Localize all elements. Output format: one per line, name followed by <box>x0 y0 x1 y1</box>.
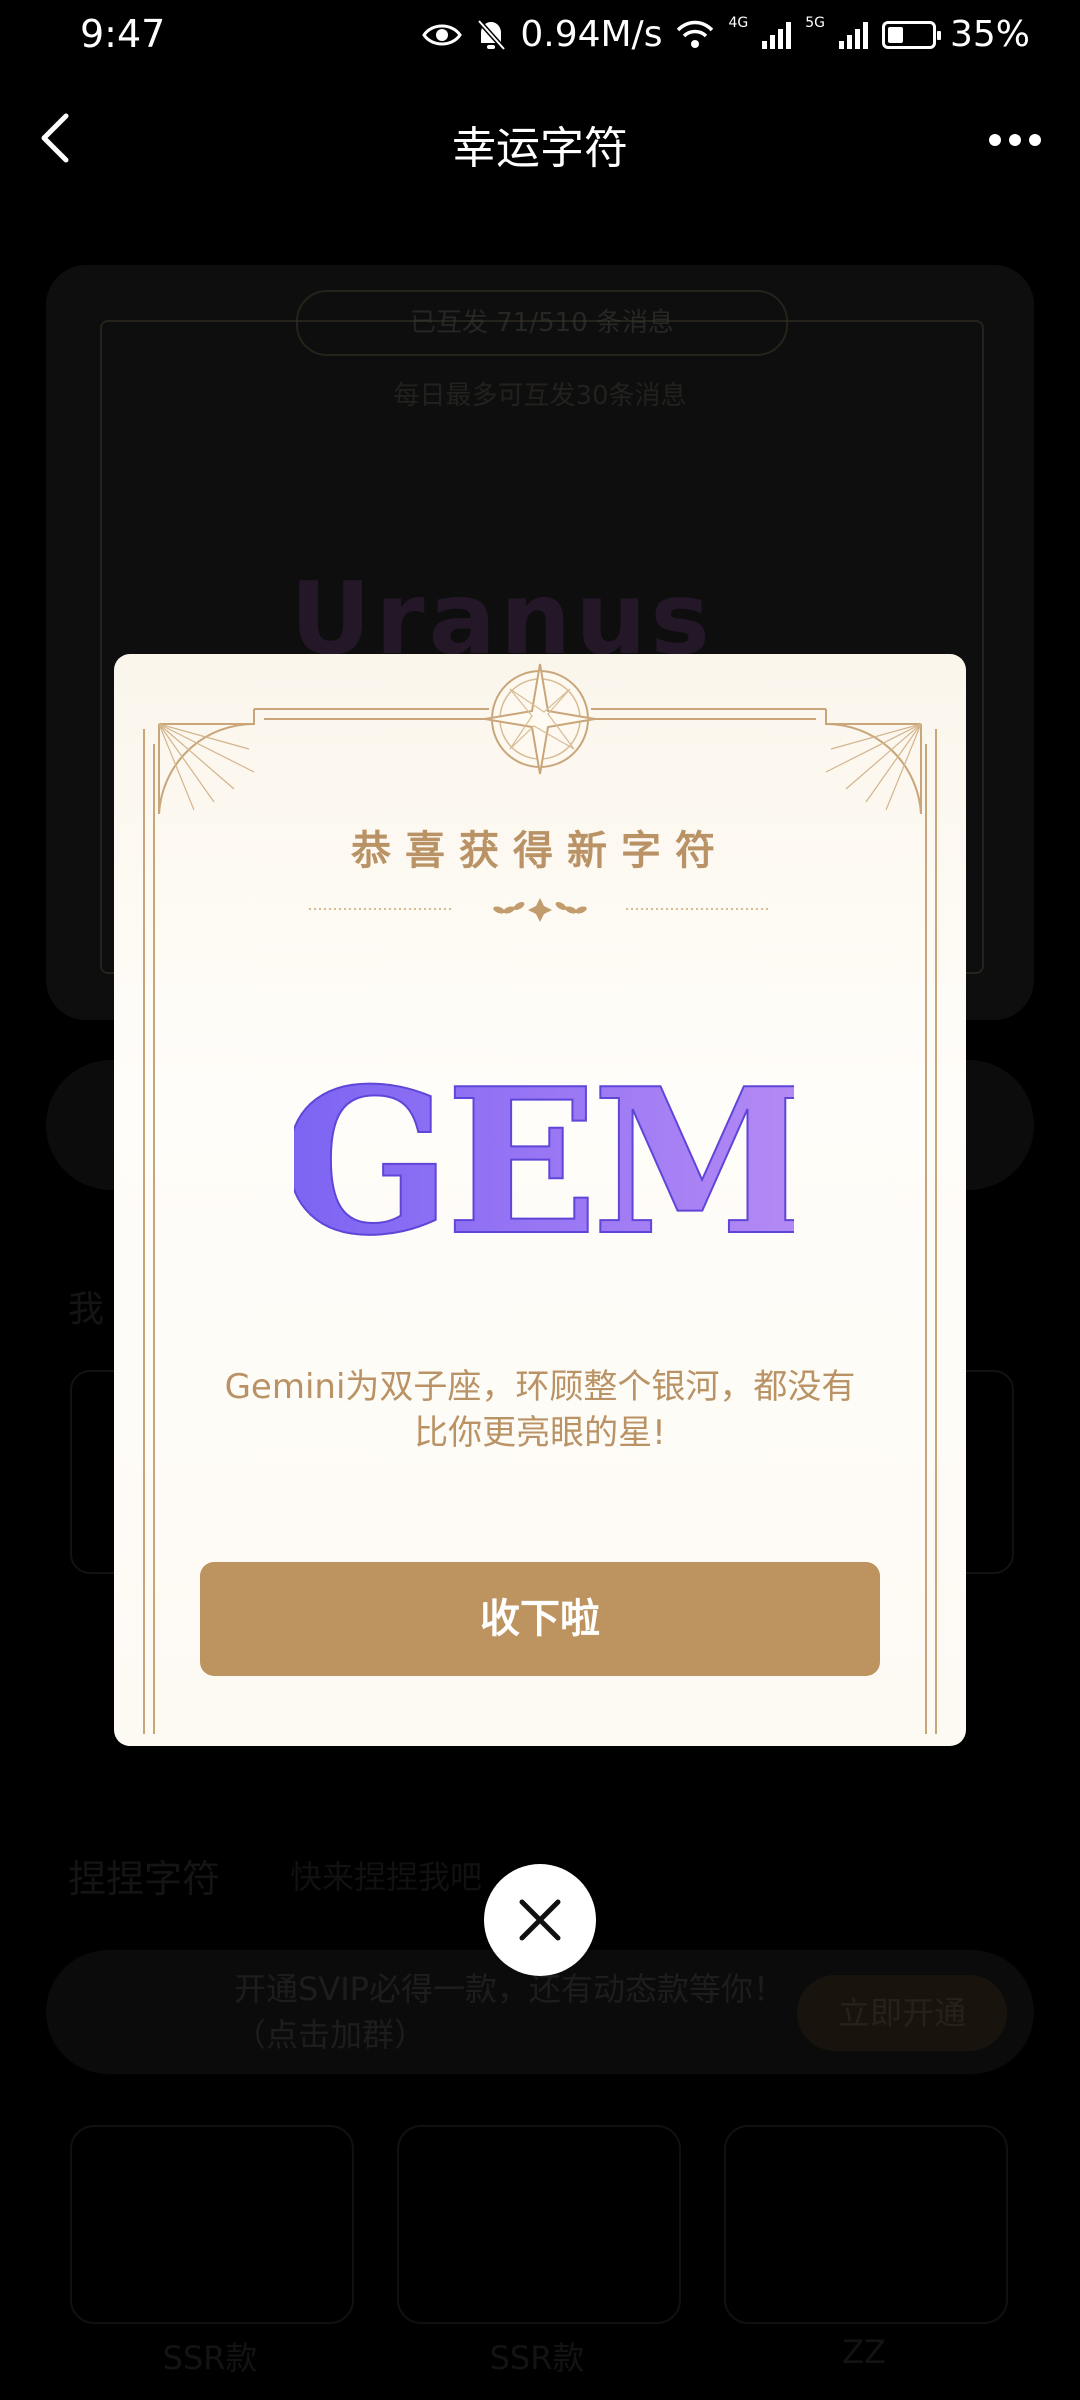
battery-percent: 35% <box>949 14 1030 55</box>
eye-icon <box>422 24 463 45</box>
dialog-description: Gemini为双子座，环顾整个银河，都没有比你更亮眼的星! <box>224 1367 856 1453</box>
dialog-title: 恭喜获得新字符 <box>351 828 729 874</box>
dialog-close-button[interactable] <box>484 1864 596 1976</box>
gem-charm-word: GEM <box>294 1045 794 1280</box>
bell-off-icon <box>477 18 507 51</box>
more-horizontal-icon[interactable] <box>985 120 1045 160</box>
section-mine-title: 我 <box>68 1289 105 1330</box>
status-bar: 9:47 0.94M/s 4G 5G 35% <box>0 0 1080 72</box>
charm-option-label: SSR款 <box>162 2339 258 2377</box>
vip-open-button[interactable]: 立即开通 <box>797 1975 1007 2051</box>
status-time: 9:47 <box>80 12 166 56</box>
charm-option-label: SSR款 <box>489 2339 585 2377</box>
vip-banner-text: 开通SVIP必得一款，还有动态款等你！（点击加群） <box>234 1970 785 2054</box>
signal-5g-icon <box>838 21 868 49</box>
net-speed: 0.94M/s <box>520 14 663 55</box>
page-title: 幸运字符 <box>452 123 628 174</box>
net-4g-label: 4G <box>728 14 749 31</box>
interaction-count[interactable]: 已互发 71/510 条消息 <box>296 290 788 356</box>
confirm-button[interactable]: 收下啦 <box>200 1562 880 1676</box>
reward-dialog: 恭喜获得新字符 GEM Gemini为双子座，环顾整个银河，都没有比你更亮眼的星… <box>114 654 966 1746</box>
close-icon <box>519 1899 561 1941</box>
daily-limit-text: 每日最多可互发30条消息 <box>393 381 687 411</box>
charm-option-card[interactable] <box>724 2125 1008 2324</box>
charm-option-card[interactable] <box>397 2125 681 2324</box>
status-icons: 0.94M/s 4G 5G 35% <box>422 14 1030 55</box>
signal-4g-icon <box>762 21 792 49</box>
section-pinch-title: 捏捏字符 <box>68 1857 221 1901</box>
section-pinch-subtitle: 快来捏捏我吧 <box>290 1858 483 1896</box>
net-5g-label: 5G <box>805 14 825 31</box>
gem-charm-artwork: GEM <box>294 1044 794 1281</box>
battery-icon <box>881 20 941 49</box>
battery-fill <box>887 26 903 43</box>
charm-option-label: ZZ <box>842 2333 886 2371</box>
wifi-icon <box>677 20 714 48</box>
charm-option-card[interactable] <box>70 2125 354 2324</box>
